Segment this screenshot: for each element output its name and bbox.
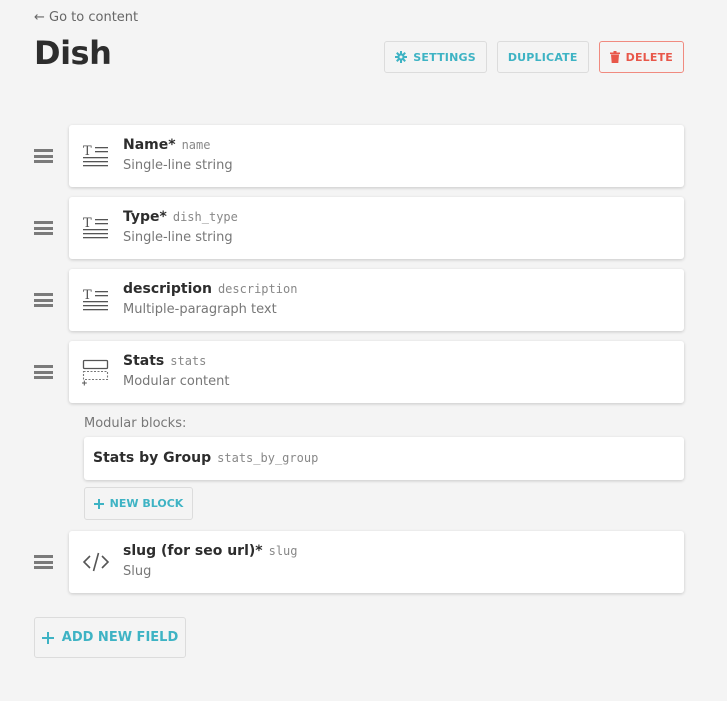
drag-handle-icon[interactable]	[34, 365, 53, 379]
field-row: T Name* name Single-line string	[34, 125, 684, 187]
delete-label: DELETE	[625, 50, 673, 64]
drag-handle-icon[interactable]	[34, 293, 53, 307]
new-block-label: NEW BLOCK	[109, 497, 184, 510]
field-title: slug (for seo url)* slug	[123, 543, 298, 559]
header-actions: SETTINGS DUPLICATE DELETE	[384, 41, 684, 73]
page-title: Dish	[34, 34, 112, 72]
field-name: description	[123, 281, 212, 297]
drag-handle-icon[interactable]	[34, 149, 53, 163]
field-title: Name* name	[123, 137, 210, 153]
delete-button[interactable]: DELETE	[598, 41, 684, 73]
field-row: T Type* dish_type Single-line string	[34, 197, 684, 259]
gear-icon	[395, 51, 408, 63]
field-api-key: description	[217, 282, 298, 296]
text-field-icon: T	[83, 216, 108, 239]
drag-handle-icon[interactable]	[34, 555, 53, 569]
modular-block-card[interactable]: Stats by Group stats_by_group	[84, 437, 684, 480]
field-name: slug (for seo url)*	[123, 543, 263, 559]
modular-blocks-label: Modular blocks:	[84, 416, 187, 431]
field-card[interactable]: slug (for seo url)* slug Slug	[69, 531, 684, 593]
plus-icon	[93, 498, 104, 509]
field-card[interactable]: T Type* dish_type Single-line string	[69, 197, 684, 259]
field-api-key: stats	[170, 354, 207, 368]
code-icon	[82, 552, 110, 572]
field-row: T description description Multiple-paragr…	[34, 269, 684, 331]
back-link-label: ← Go to content	[34, 10, 139, 25]
field-name: Stats	[123, 353, 165, 369]
new-block-button[interactable]: NEW BLOCK	[84, 487, 193, 520]
plus-icon	[41, 631, 54, 644]
field-title: Type* dish_type	[123, 209, 238, 225]
add-new-field-button[interactable]: ADD NEW FIELD	[34, 617, 186, 658]
add-new-field-label: ADD NEW FIELD	[61, 630, 179, 645]
field-card[interactable]: T Name* name Single-line string	[69, 125, 684, 187]
field-name: Name*	[123, 137, 176, 153]
field-api-key: slug	[268, 544, 298, 558]
modular-content-icon	[82, 359, 109, 386]
block-title: Stats by Group stats_by_group	[93, 450, 318, 466]
svg-text:T: T	[83, 144, 92, 159]
back-to-content-link[interactable]: ← Go to content	[34, 10, 138, 25]
field-type: Slug	[123, 564, 152, 579]
field-card[interactable]: Stats stats Modular content	[69, 341, 684, 403]
field-title: description description	[123, 281, 297, 297]
settings-button[interactable]: SETTINGS	[384, 41, 487, 73]
duplicate-button[interactable]: DUPLICATE	[496, 41, 589, 73]
text-field-icon: T	[83, 144, 108, 167]
field-type: Single-line string	[123, 158, 233, 173]
svg-text:T: T	[83, 216, 92, 231]
trash-icon	[609, 51, 620, 63]
block-api-key: stats_by_group	[217, 451, 319, 465]
drag-handle-icon[interactable]	[34, 221, 53, 235]
field-api-key: dish_type	[172, 210, 238, 224]
field-type: Multiple-paragraph text	[123, 302, 277, 317]
field-row: slug (for seo url)* slug Slug	[34, 531, 684, 593]
settings-label: SETTINGS	[413, 50, 476, 64]
duplicate-label: DUPLICATE	[507, 50, 578, 64]
field-name: Type*	[123, 209, 167, 225]
text-field-icon: T	[83, 288, 108, 311]
field-card[interactable]: T description description Multiple-paragr…	[69, 269, 684, 331]
field-api-key: name	[181, 138, 211, 152]
field-type: Single-line string	[123, 230, 233, 245]
field-title: Stats stats	[123, 353, 206, 369]
svg-text:T: T	[83, 288, 92, 303]
block-name: Stats by Group	[93, 450, 212, 466]
field-row: Stats stats Modular content	[34, 341, 684, 403]
field-type: Modular content	[123, 374, 230, 389]
